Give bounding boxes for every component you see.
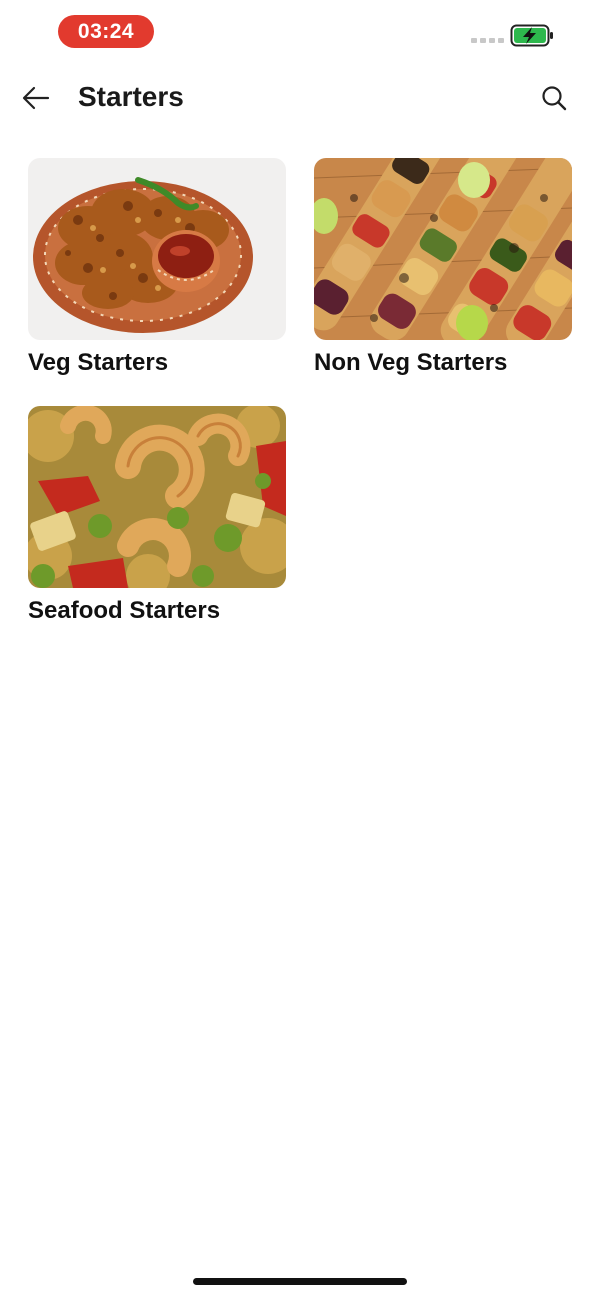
home-indicator[interactable] (193, 1278, 407, 1285)
category-card-seafood-starters[interactable]: Seafood Starters (28, 406, 286, 625)
search-button[interactable] (534, 80, 574, 116)
page-title: Starters (78, 81, 184, 112)
seafood-starters-image (28, 406, 286, 588)
status-bar: 03:24 (0, 0, 600, 64)
category-card-non-veg-starters[interactable]: Non Veg Starters (314, 158, 572, 377)
battery-charging-icon (510, 24, 553, 47)
non-veg-starters-image (314, 158, 572, 340)
arrow-left-icon (22, 86, 50, 110)
back-button[interactable] (18, 80, 54, 116)
category-card-veg-starters[interactable]: Veg Starters (28, 158, 286, 377)
veg-starters-image (28, 158, 286, 340)
status-time: 03:24 (58, 15, 154, 48)
category-label: Non Veg Starters (314, 349, 508, 376)
category-label: Seafood Starters (28, 597, 221, 624)
signal-icon (471, 38, 504, 43)
header: Starters (0, 64, 600, 136)
category-label: Veg Starters (28, 349, 169, 376)
search-icon (542, 86, 567, 111)
